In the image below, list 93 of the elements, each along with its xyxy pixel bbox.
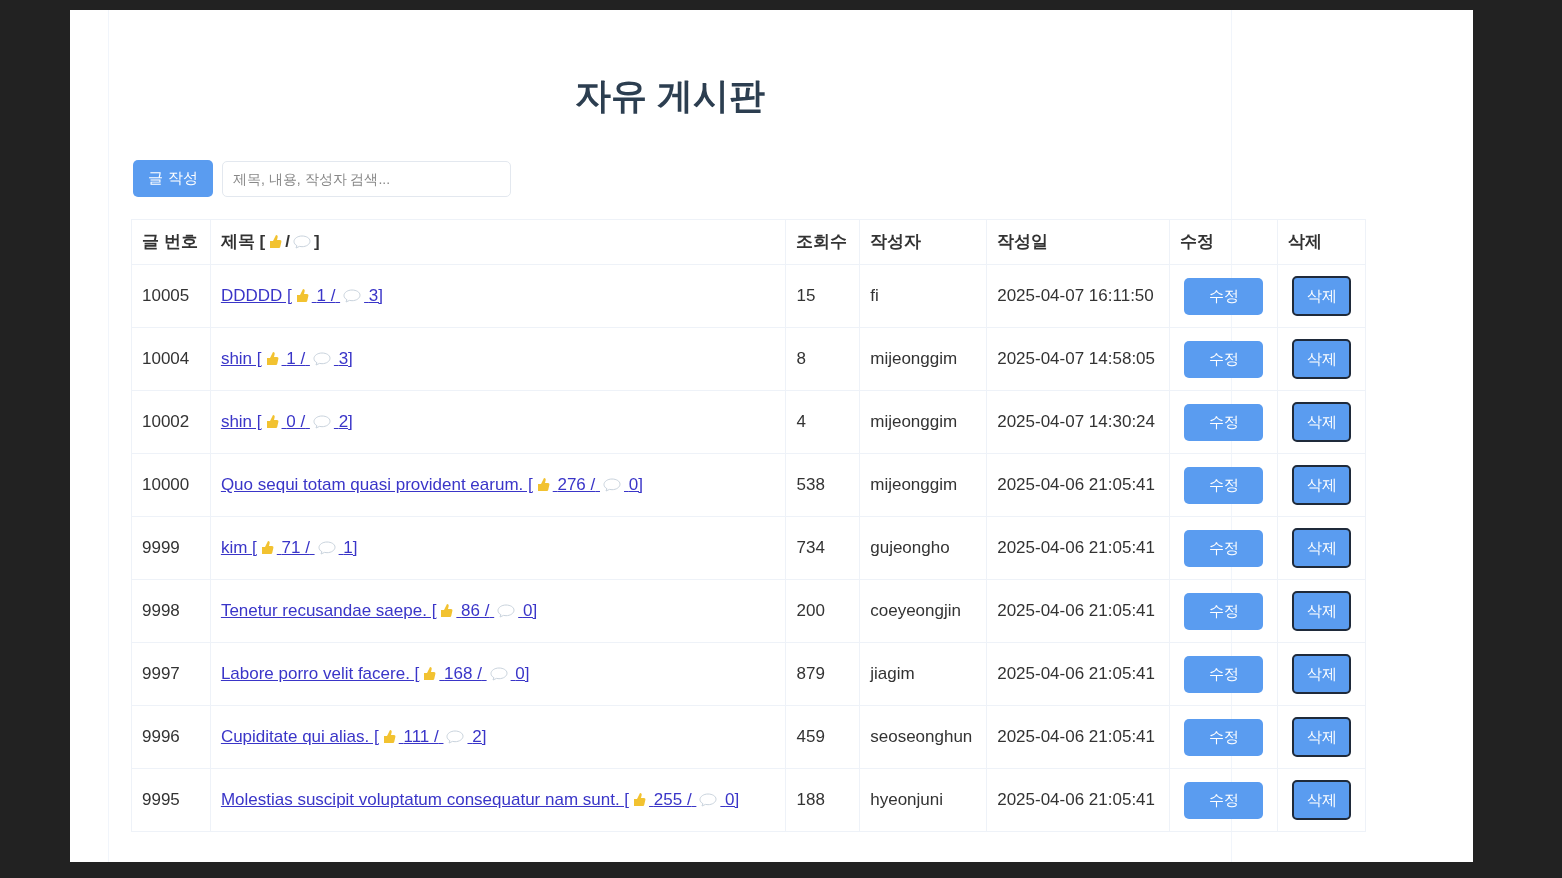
thumbs-up-icon xyxy=(422,666,437,682)
delete-button[interactable]: 삭제 xyxy=(1292,591,1351,631)
page-title: 자유 게시판 xyxy=(574,74,766,118)
delete-button[interactable]: 삭제 xyxy=(1292,339,1351,379)
post-title-link[interactable]: Molestias suscipit voluptatum consequatur nam sunt. [ 255 / 0] xyxy=(220,790,740,810)
edit-button[interactable]: 수정 xyxy=(1184,718,1264,756)
post-number: 9999 xyxy=(142,538,180,558)
speech-bubble-icon xyxy=(312,352,331,367)
edit-button[interactable]: 수정 xyxy=(1184,466,1264,504)
delete-button[interactable]: 삭제 xyxy=(1292,528,1351,568)
view-count: 200 xyxy=(796,601,825,621)
view-count: 15 xyxy=(796,286,816,306)
post-number: 9996 xyxy=(142,727,180,747)
post-date: 2025-04-06 21:05:41 xyxy=(997,601,1156,621)
author-name: coeyeongjin xyxy=(870,601,961,621)
post-number: 9998 xyxy=(142,601,180,621)
view-count: 879 xyxy=(796,664,825,684)
thumbs-up-icon xyxy=(535,477,550,493)
edit-button[interactable]: 수정 xyxy=(1184,529,1264,567)
delete-button[interactable]: 삭제 xyxy=(1292,402,1351,442)
column-header: 조회수 xyxy=(796,232,848,252)
speech-bubble-icon xyxy=(312,415,331,430)
author-name: jiagim xyxy=(870,664,915,684)
column-header: 삭제 xyxy=(1288,232,1323,252)
post-date: 2025-04-06 21:05:41 xyxy=(997,475,1156,495)
column-header: 작성일 xyxy=(997,232,1049,252)
author-name: mijeonggim xyxy=(870,412,958,432)
write-post-button[interactable]: 글 작성 xyxy=(133,160,213,197)
post-date: 2025-04-07 14:30:24 xyxy=(997,412,1156,432)
edit-button[interactable]: 수정 xyxy=(1184,403,1264,441)
post-date: 2025-04-07 14:58:05 xyxy=(997,349,1156,369)
author-name: mijeonggim xyxy=(870,349,958,369)
post-number: 10002 xyxy=(142,412,190,432)
view-count: 734 xyxy=(796,538,825,558)
post-title-link[interactable]: Labore porro velit facere. [ 168 / 0] xyxy=(220,664,530,684)
speech-bubble-icon xyxy=(446,730,465,745)
edit-button[interactable]: 수정 xyxy=(1184,592,1264,630)
delete-button[interactable]: 삭제 xyxy=(1292,717,1351,757)
author-name: fi xyxy=(870,286,879,306)
view-count: 538 xyxy=(796,475,825,495)
search-field[interactable]: 제목, 내용, 작성자 검색... xyxy=(222,160,511,197)
speech-bubble-icon xyxy=(699,793,718,808)
thumbs-up-icon xyxy=(264,414,279,430)
post-title-link[interactable]: kim [ 71 / 1] xyxy=(220,538,358,558)
column-header: 제목 [ / ] xyxy=(220,232,320,252)
delete-button[interactable]: 삭제 xyxy=(1292,654,1351,694)
thumbs-up-icon xyxy=(294,288,309,304)
speech-bubble-icon xyxy=(293,235,311,250)
post-date: 2025-04-07 16:11:50 xyxy=(997,286,1154,306)
author-name: gujeongho xyxy=(870,538,950,558)
post-title-link[interactable]: DDDDD [ 1 / 3] xyxy=(220,286,383,306)
column-header: 작성자 xyxy=(870,232,922,252)
speech-bubble-icon xyxy=(343,289,362,304)
view-count: 188 xyxy=(796,790,825,810)
view-count: 459 xyxy=(796,727,825,747)
thumbs-up-icon xyxy=(381,729,396,745)
thumbs-up-icon xyxy=(268,234,283,250)
post-date: 2025-04-06 21:05:41 xyxy=(997,664,1156,684)
thumbs-up-icon xyxy=(632,792,647,808)
view-count: 4 xyxy=(796,412,806,432)
thumbs-up-icon xyxy=(259,540,274,556)
speech-bubble-icon xyxy=(497,604,516,619)
edit-button[interactable]: 수정 xyxy=(1184,781,1264,819)
column-header: 수정 xyxy=(1180,232,1215,252)
edit-button[interactable]: 수정 xyxy=(1184,655,1264,693)
post-date: 2025-04-06 21:05:41 xyxy=(997,538,1156,558)
post-number: 9997 xyxy=(142,664,180,684)
post-number: 10005 xyxy=(142,286,190,306)
author-name: hyeonjuni xyxy=(870,790,943,810)
post-number: 9995 xyxy=(142,790,180,810)
post-title-link[interactable]: shin [ 0 / 2] xyxy=(220,412,353,432)
thumbs-up-icon xyxy=(264,351,279,367)
edit-button[interactable]: 수정 xyxy=(1184,340,1264,378)
post-number: 10000 xyxy=(142,475,190,495)
edit-button[interactable]: 수정 xyxy=(1184,277,1264,315)
post-date: 2025-04-06 21:05:41 xyxy=(997,790,1156,810)
post-number: 10004 xyxy=(142,349,190,369)
author-name: mijeonggim xyxy=(870,475,958,495)
author-name: seoseonghun xyxy=(870,727,973,747)
delete-button[interactable]: 삭제 xyxy=(1292,465,1351,505)
post-title-link[interactable]: Quo sequi totam quasi provident earum. [ 276 / 0] xyxy=(220,475,643,495)
delete-button[interactable]: 삭제 xyxy=(1292,276,1351,316)
speech-bubble-icon xyxy=(317,541,336,556)
post-date: 2025-04-06 21:05:41 xyxy=(997,727,1156,747)
delete-button[interactable]: 삭제 xyxy=(1292,780,1351,820)
thumbs-up-icon xyxy=(439,603,454,619)
post-title-link[interactable]: Tenetur recusandae saepe. [ 86 / 0] xyxy=(220,601,538,621)
speech-bubble-icon xyxy=(489,667,508,682)
speech-bubble-icon xyxy=(603,478,621,493)
view-count: 8 xyxy=(796,349,806,369)
post-title-link[interactable]: Cupiditate qui alias. [ 111 / 2] xyxy=(220,727,487,747)
post-title-link[interactable]: shin [ 1 / 3] xyxy=(220,349,353,369)
column-header: 글 번호 xyxy=(142,232,198,252)
